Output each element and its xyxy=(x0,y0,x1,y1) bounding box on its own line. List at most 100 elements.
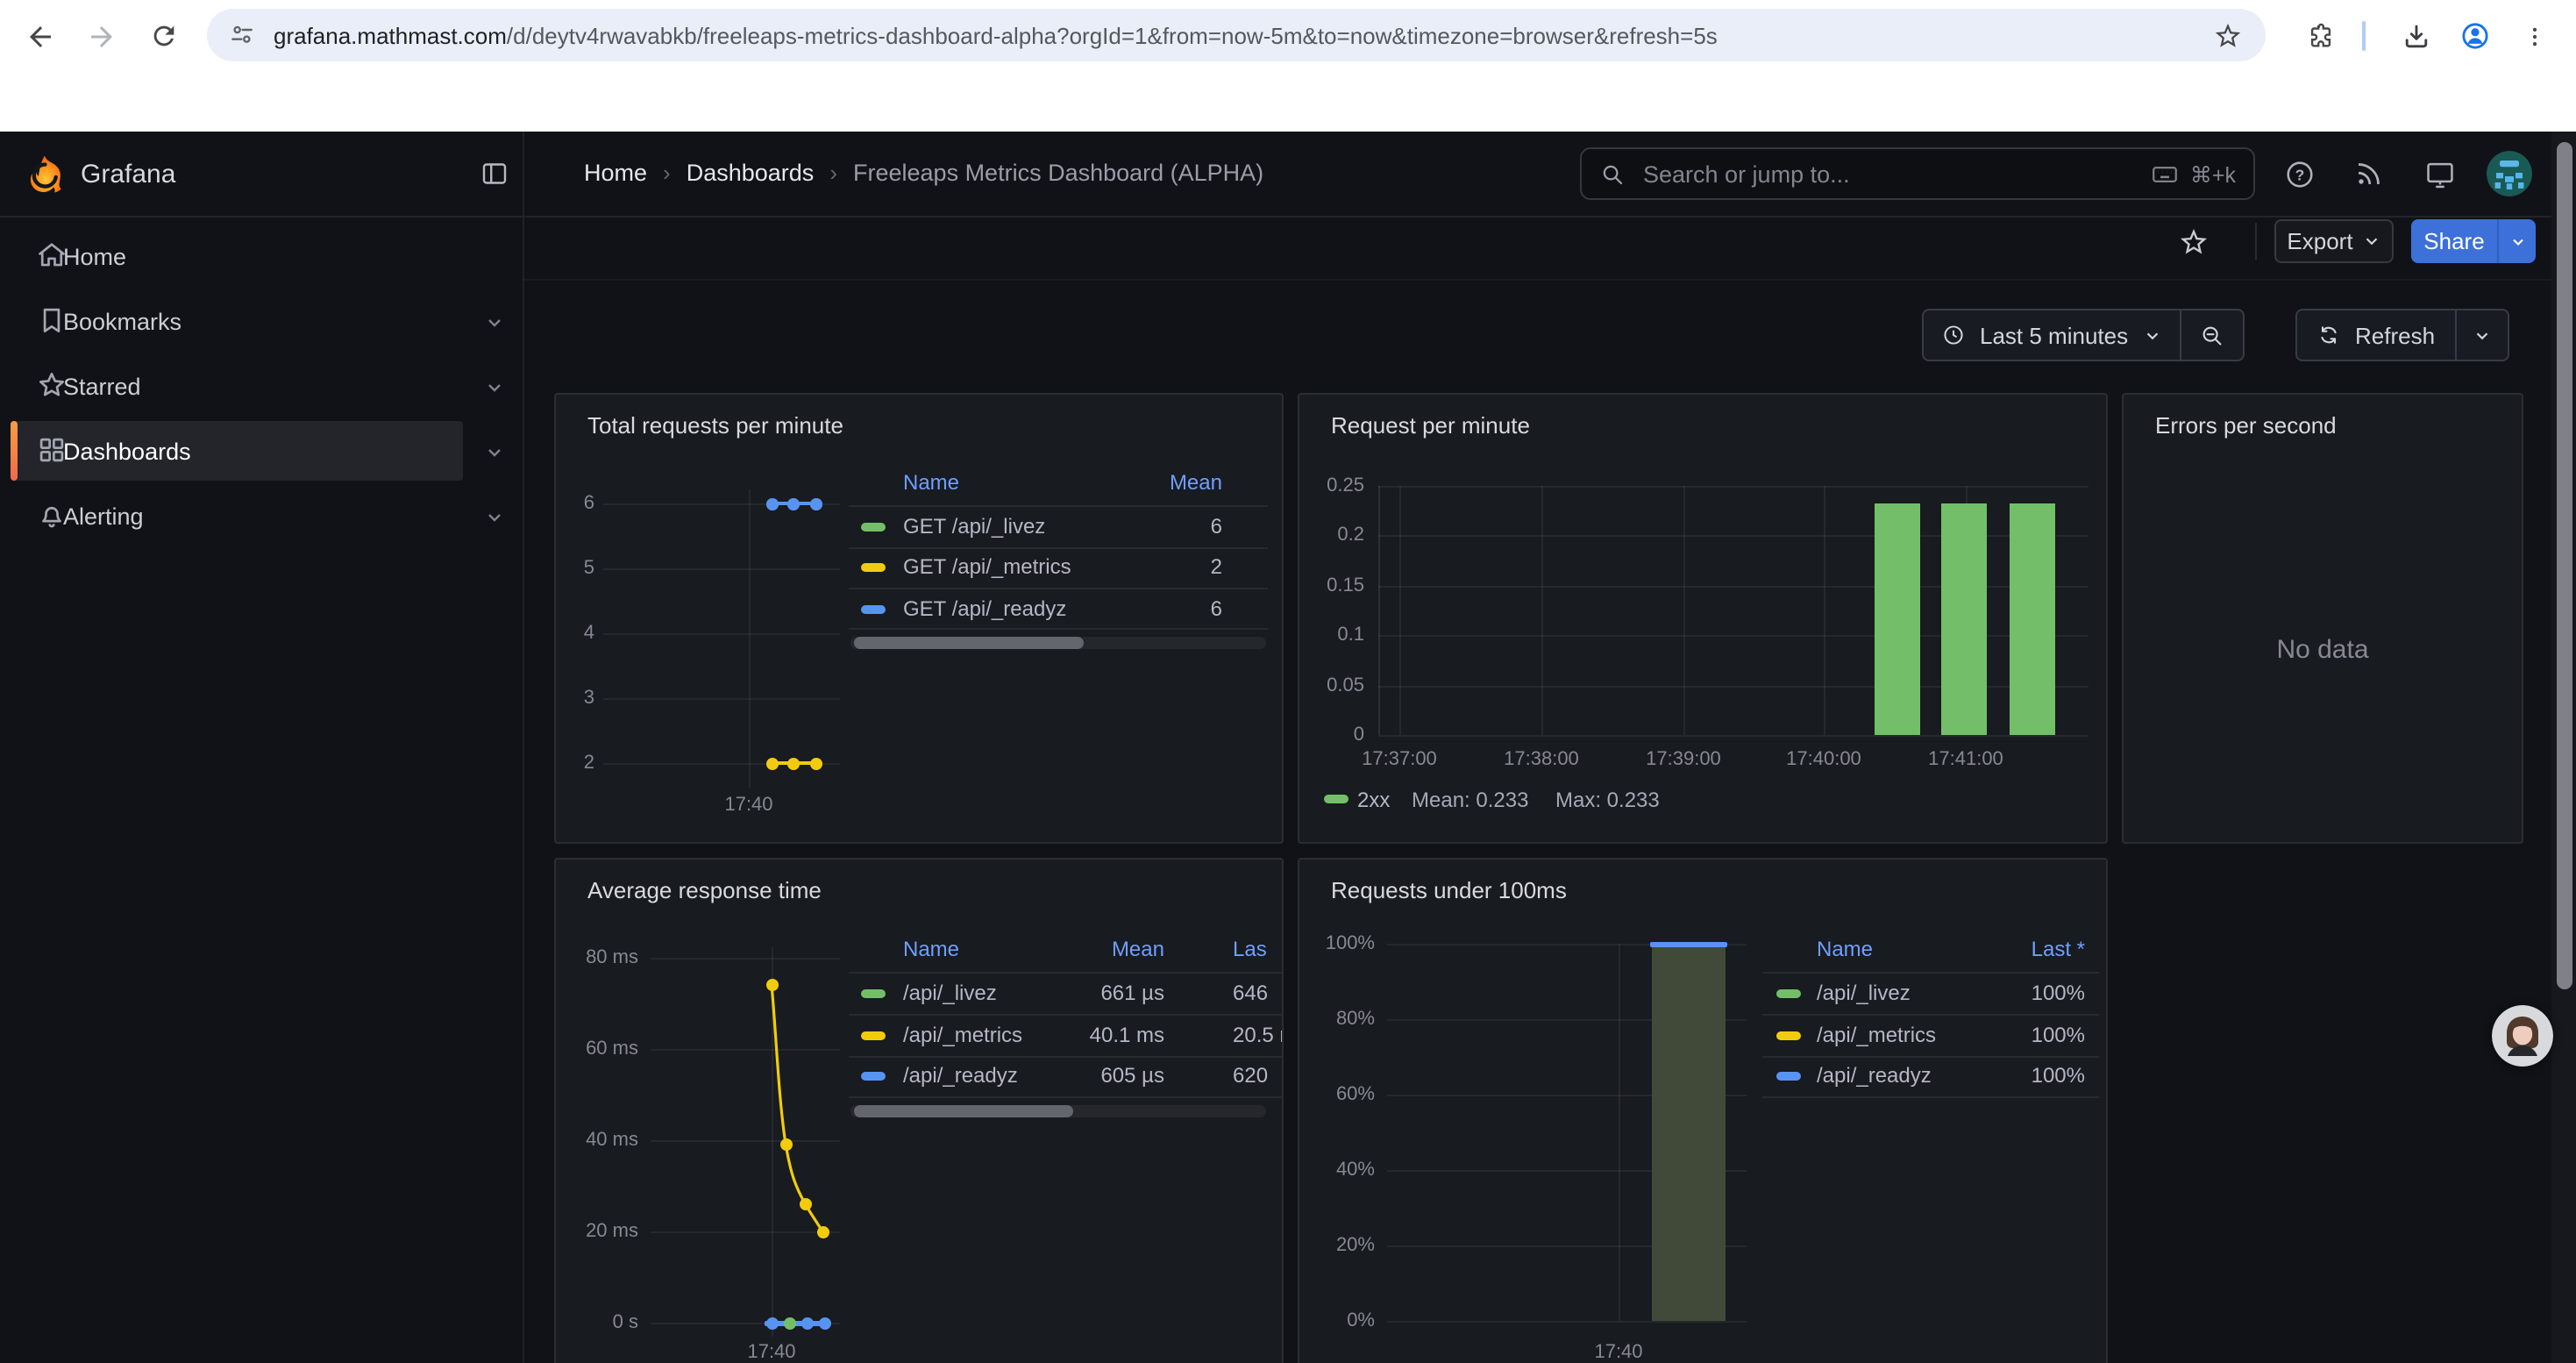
keyboard-icon xyxy=(2150,159,2180,189)
zoom-out-button[interactable] xyxy=(2181,310,2242,360)
legend-header[interactable]: Name xyxy=(903,937,959,961)
export-button[interactable]: Export xyxy=(2274,219,2394,263)
legend-series-color[interactable] xyxy=(1776,1031,1801,1039)
forward-icon[interactable] xyxy=(84,19,117,53)
chevron-down-icon[interactable] xyxy=(484,375,505,407)
panel-total-requests[interactable]: Total requests per minute 6543217:40Name… xyxy=(554,393,1284,844)
time-range-picker[interactable]: Last 5 minutes xyxy=(1924,310,2179,360)
legend-series-color[interactable] xyxy=(861,604,886,613)
share-split-button: Share xyxy=(2411,219,2536,263)
legend-header[interactable]: Name xyxy=(1817,937,1873,961)
panel-title[interactable]: Average response time xyxy=(587,877,822,903)
gridline xyxy=(603,568,840,570)
legend-header[interactable]: Mean xyxy=(1012,937,1164,961)
panel-request-per-minute[interactable]: Request per minute 0.250.20.150.10.05017… xyxy=(1298,393,2108,844)
sidebar-item-bg[interactable]: Bookmarks xyxy=(11,291,463,351)
page-scrollbar[interactable] xyxy=(2551,132,2576,1363)
gridline xyxy=(603,633,840,635)
legend-series-name[interactable]: /api/_livez xyxy=(903,981,997,1005)
legend-header[interactable]: Last * xyxy=(1945,937,2085,961)
sidebar-item-bg[interactable]: Home xyxy=(11,226,463,286)
legend-series-color[interactable] xyxy=(861,1071,886,1080)
grafana-logo-icon[interactable] xyxy=(21,151,67,196)
x-axis-tick: 17:40 xyxy=(1557,1342,1680,1363)
sidebar-collapse-icon[interactable] xyxy=(477,156,512,191)
sidebar-item-starred[interactable]: Starred xyxy=(0,356,523,416)
legend-header[interactable]: Las xyxy=(1233,937,1267,961)
legend-scrollbar-thumb[interactable] xyxy=(854,637,1084,649)
legend-series-color[interactable] xyxy=(1776,988,1801,997)
legend-series-name[interactable]: /api/_metrics xyxy=(1817,1023,1936,1047)
floating-avatar-widget[interactable] xyxy=(2492,1005,2553,1067)
download-icon[interactable] xyxy=(2399,19,2432,53)
refresh-button[interactable]: Refresh xyxy=(2297,310,2454,360)
legend-header[interactable]: Name xyxy=(903,470,959,495)
legend-header[interactable]: Mean xyxy=(1064,470,1222,495)
chevron-down-icon xyxy=(2142,325,2161,345)
search-input[interactable] xyxy=(1640,159,2150,189)
legend-series-color[interactable] xyxy=(861,1031,886,1039)
profile-icon[interactable] xyxy=(2459,19,2492,53)
legend-series-name[interactable]: /api/_readyz xyxy=(1817,1063,1932,1088)
sidebar-item-bg[interactable]: Dashboards xyxy=(11,421,463,481)
refresh-interval-dropdown[interactable] xyxy=(2456,310,2507,360)
breadcrumb-home[interactable]: Home xyxy=(584,160,647,186)
breadcrumb-separator: › xyxy=(663,160,671,186)
share-button[interactable]: Share xyxy=(2411,219,2497,263)
sidebar-item-bookmarks[interactable]: Bookmarks xyxy=(0,291,523,351)
site-settings-icon[interactable] xyxy=(228,21,256,49)
bookmark-page-star-icon[interactable] xyxy=(2213,20,2243,50)
monitor-icon[interactable] xyxy=(2422,156,2457,191)
sidebar-item-dashboards[interactable]: Dashboards xyxy=(0,421,523,481)
url-bar[interactable]: grafana.mathmast.com/d/deytv4rwavabkb/fr… xyxy=(207,9,2266,61)
legend-series-name[interactable]: 2xx xyxy=(1357,788,1390,812)
legend-scrollbar-thumb[interactable] xyxy=(854,1105,1073,1117)
legend-series-color[interactable] xyxy=(1324,795,1348,803)
legend-series-name[interactable]: GET /api/_metrics xyxy=(903,554,1071,579)
browser-menu-icon[interactable] xyxy=(2522,19,2548,53)
legend-series-name[interactable]: GET /api/_readyz xyxy=(903,596,1066,621)
legend-series-name[interactable]: /api/_metrics xyxy=(903,1023,1022,1047)
share-dropdown-button[interactable] xyxy=(2499,219,2536,263)
chevron-down-icon[interactable] xyxy=(484,505,505,537)
legend-series-name[interactable]: GET /api/_livez xyxy=(903,514,1045,539)
panel-title[interactable]: Request per minute xyxy=(1331,412,1530,439)
legend-series-name[interactable]: /api/_livez xyxy=(1817,981,1911,1005)
y-axis-tick: 20% xyxy=(1299,1235,1375,1256)
back-icon[interactable] xyxy=(23,19,56,53)
chevron-down-icon[interactable] xyxy=(484,310,505,342)
chevron-down-icon[interactable] xyxy=(484,440,505,472)
breadcrumb-dashboards[interactable]: Dashboards xyxy=(687,160,815,186)
sidebar-item-bg[interactable]: Alerting xyxy=(11,486,463,546)
sidebar-item-bg[interactable]: Starred xyxy=(11,356,463,416)
favorite-star-icon[interactable] xyxy=(2176,225,2210,258)
panel-requests-under-100ms[interactable]: Requests under 100ms 100%80%60%40%20%0%1… xyxy=(1298,858,2108,1363)
extensions-icon[interactable] xyxy=(2304,19,2338,53)
legend-series-color[interactable] xyxy=(861,562,886,571)
zero-line-point xyxy=(818,1317,830,1330)
user-avatar[interactable] xyxy=(2487,151,2532,196)
legend-divider xyxy=(849,1056,1284,1058)
panel-errors-per-second[interactable]: Errors per second No data xyxy=(2122,393,2523,844)
search-box[interactable]: ⌘+k xyxy=(1580,147,2255,200)
sidebar-item-home[interactable]: Home xyxy=(0,226,523,286)
panel-avg-response-time[interactable]: Average response time 80 ms60 ms40 ms20 … xyxy=(554,858,1284,1363)
reload-icon[interactable] xyxy=(147,19,181,53)
scrollbar-thumb[interactable] xyxy=(2556,142,2572,989)
url-text[interactable]: grafana.mathmast.com/d/deytv4rwavabkb/fr… xyxy=(274,22,2213,48)
y-axis-tick: 0 xyxy=(1299,724,1364,746)
panel-title[interactable]: Errors per second xyxy=(2155,412,2337,439)
legend-series-color[interactable] xyxy=(861,988,886,997)
news-rss-icon[interactable] xyxy=(2352,156,2387,191)
legend-series-color[interactable] xyxy=(1776,1071,1801,1080)
panel-title[interactable]: Total requests per minute xyxy=(587,412,843,439)
browser-toolbar: grafana.mathmast.com/d/deytv4rwavabkb/fr… xyxy=(0,0,2576,72)
clock-icon xyxy=(1941,323,1966,347)
legend-series-name[interactable]: /api/_readyz xyxy=(903,1063,1018,1088)
metrics-point xyxy=(765,757,778,769)
legend-series-color[interactable] xyxy=(861,522,886,531)
sidebar-item-alerting[interactable]: Alerting xyxy=(0,486,523,546)
panel-title[interactable]: Requests under 100ms xyxy=(1331,877,1567,903)
help-icon[interactable]: ? xyxy=(2281,156,2316,191)
share-label: Share xyxy=(2423,228,2484,254)
